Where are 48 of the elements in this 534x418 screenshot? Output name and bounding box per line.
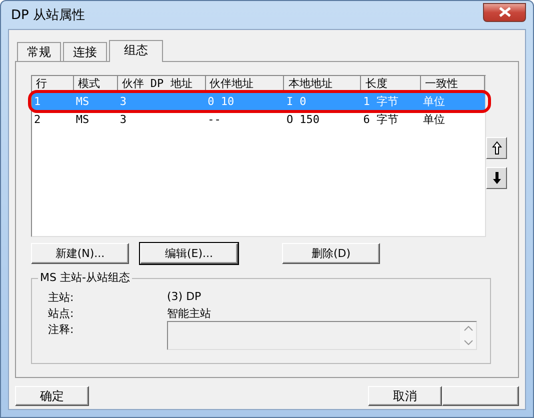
column-header[interactable]: 伙伴 DP 地址 bbox=[118, 76, 206, 92]
dialog-button[interactable] bbox=[442, 386, 520, 406]
close-icon bbox=[498, 7, 510, 17]
field-value: 智能主站 bbox=[167, 306, 211, 322]
tab[interactable]: 连接 bbox=[63, 42, 107, 61]
table-cell-text: MS bbox=[74, 94, 90, 110]
table-cell-text: 0 10 bbox=[206, 94, 236, 110]
table-cell-text: -- bbox=[206, 112, 222, 128]
comment-field[interactable] bbox=[167, 321, 477, 350]
field-label: 站点: bbox=[48, 306, 75, 322]
table-cell-text: O 150 bbox=[285, 112, 321, 128]
group-title: MS 主站-从站组态 bbox=[38, 271, 132, 285]
table-cell-text: 单位 bbox=[422, 112, 446, 128]
column-header[interactable]: 行 bbox=[32, 76, 74, 92]
action-button[interactable]: 删除(D) bbox=[282, 243, 380, 264]
dialog-button[interactable]: 取消 bbox=[368, 386, 442, 406]
table-cell-text: 3 bbox=[118, 112, 128, 128]
table-cell-text: MS bbox=[74, 112, 90, 128]
tab[interactable]: 常规 bbox=[17, 42, 61, 61]
table-cell-text: 单位 bbox=[422, 94, 446, 110]
table-cell-text: I 0 bbox=[285, 94, 308, 110]
field-label: 注释: bbox=[48, 322, 75, 338]
move-down-button[interactable] bbox=[486, 167, 507, 189]
field-value: (3) DP bbox=[167, 290, 202, 305]
close-button[interactable] bbox=[483, 2, 526, 22]
table-cell-text: 1 bbox=[33, 94, 42, 110]
move-up-button[interactable] bbox=[486, 137, 507, 159]
column-header[interactable]: 模式 bbox=[74, 76, 118, 92]
field-label: 主站: bbox=[48, 290, 75, 306]
action-button[interactable]: 编辑(E)... bbox=[140, 243, 238, 264]
column-header[interactable]: 一致性 bbox=[421, 76, 485, 92]
scroll-down-icon bbox=[464, 340, 472, 345]
column-header[interactable]: 本地地址 bbox=[284, 76, 362, 92]
table-cell-text: 3 bbox=[118, 94, 128, 110]
scroll-up-icon bbox=[464, 326, 472, 332]
up-arrow-icon bbox=[492, 141, 502, 155]
action-button[interactable]: 新建(N)... bbox=[31, 243, 129, 264]
column-header[interactable]: 长度 bbox=[361, 76, 422, 92]
column-header[interactable]: 伙伴地址 bbox=[206, 76, 284, 92]
table-cell-text: 6 字节 bbox=[362, 112, 400, 128]
scrollbar[interactable] bbox=[460, 322, 476, 349]
tab[interactable]: 组态 bbox=[109, 40, 163, 62]
window-title: DP 从站属性 bbox=[10, 7, 85, 24]
table-cell-text: 2 bbox=[33, 112, 42, 128]
dialog-button[interactable]: 确定 bbox=[15, 386, 90, 406]
down-arrow-icon bbox=[492, 171, 502, 185]
table-row[interactable]: 2 MS 3 -- O 150 6 字节 单位 bbox=[32, 111, 485, 128]
table-cell-text: 1 字节 bbox=[362, 94, 400, 110]
